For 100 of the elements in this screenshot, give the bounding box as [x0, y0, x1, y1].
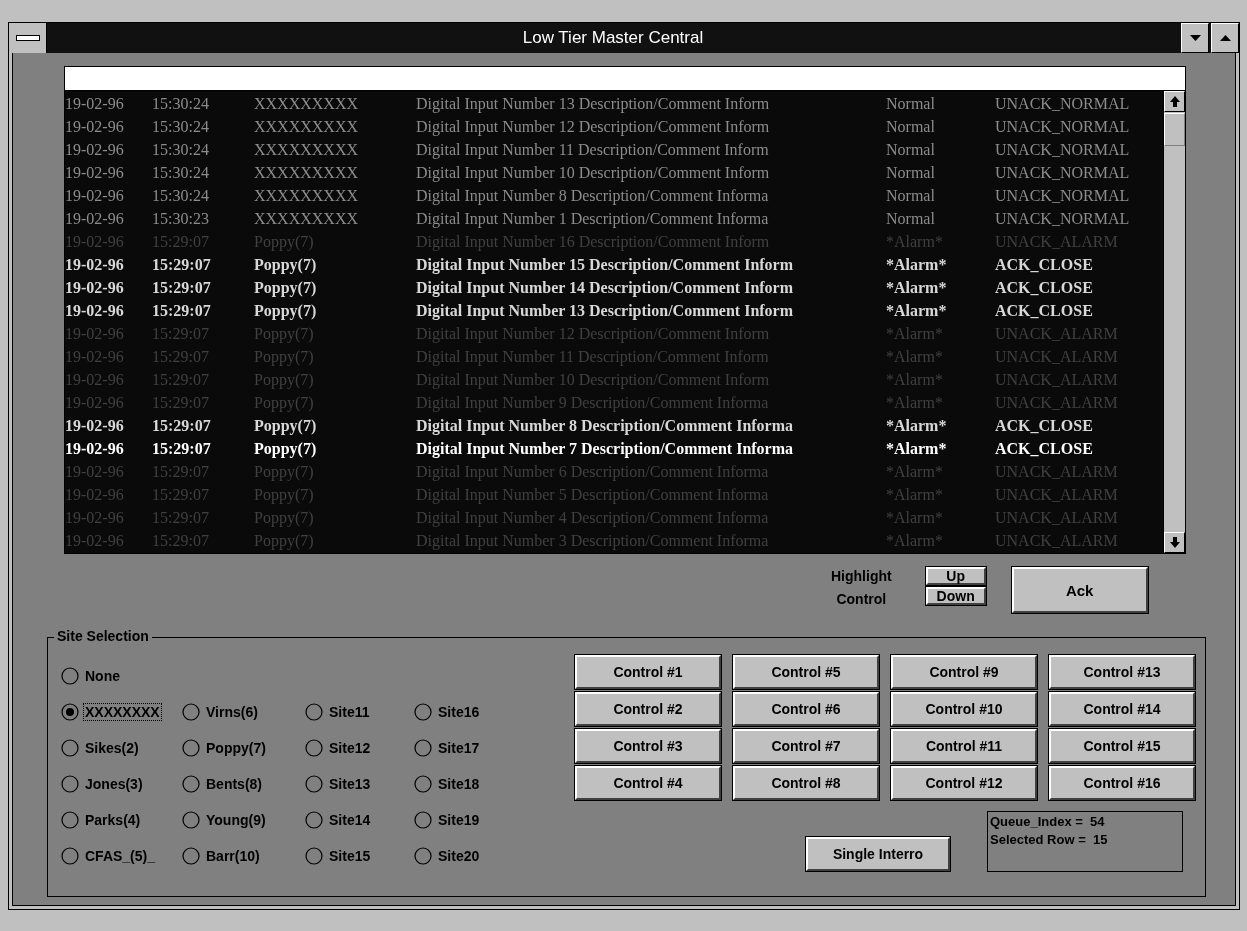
log-row[interactable]: 19-02-96 15:30:23 XXXXXXXXX Digital Input Number 1 Description/Comment Informa Normal UNACK_NORMAL: [65, 207, 1163, 230]
log-row[interactable]: 19-02-96 15:30:24 XXXXXXXXX Digital Input Number 12 Description/Comment Inform Normal UNACK_NORMAL: [65, 115, 1163, 138]
radio-option[interactable]: Site14: [305, 811, 414, 829]
status-line: Selected Row = 15: [990, 831, 1109, 849]
radio-option[interactable]: Site18: [414, 775, 524, 793]
time-text: 15:30:23: [152, 209, 210, 228]
group-title: Site Selection: [54, 628, 152, 644]
status-text: Normal: [886, 117, 936, 136]
time-text: 15:30:24: [152, 140, 210, 159]
radio-option[interactable]: Site11: [305, 703, 414, 721]
log-row[interactable]: 19-02-96 15:30:24 XXXXXXXXX Digital Input Number 10 Description/Comment Inform Normal UNACK_NORMAL: [65, 161, 1163, 184]
radio-option[interactable]: None: [61, 667, 182, 685]
scroll-down-button[interactable]: [1164, 532, 1185, 553]
state-text: UNACK_NORMAL: [995, 94, 1131, 113]
control-button[interactable]: Control #5: [733, 655, 879, 689]
state-text: UNACK_NORMAL: [995, 117, 1131, 136]
radio-option[interactable]: Site15: [305, 847, 414, 865]
down-button[interactable]: Down: [925, 587, 986, 605]
radio-option[interactable]: Virns(6): [182, 703, 305, 721]
date-text: 19-02-96: [65, 439, 125, 458]
log-row[interactable]: 19-02-96 15:29:07 Poppy(7) Digital Input Number 8 Description/Comment Informa *Alarm* ACK_CLOSE: [65, 414, 1163, 437]
control-button[interactable]: Control #12: [891, 766, 1037, 800]
source-text: Poppy(7): [254, 416, 318, 435]
control-button[interactable]: Control #6: [733, 692, 879, 726]
log-row[interactable]: 19-02-96 15:29:07 Poppy(7) Digital Input Number 13 Description/Comment Inform *Alarm* ACK_CLOSE: [65, 299, 1163, 322]
log-row[interactable]: 19-02-96 15:29:07 Poppy(7) Digital Input Number 15 Description/Comment Inform *Alarm* ACK_CLOSE: [65, 253, 1163, 276]
radio-option[interactable]: Poppy(7): [182, 739, 305, 757]
source-text: XXXXXXXXX: [254, 186, 359, 205]
date-text: 19-02-96: [65, 186, 125, 205]
time-text: 15:29:07: [152, 439, 212, 458]
radio-option[interactable]: Young(9): [182, 811, 305, 829]
control-button[interactable]: Control #13: [1049, 655, 1195, 689]
description-text: Digital Input Number 15 Description/Comment Inform: [416, 255, 795, 274]
status-text: *Alarm*: [886, 416, 948, 435]
description-text: Digital Input Number 1 Description/Comment Informa: [416, 209, 770, 228]
source-text: XXXXXXXXX: [254, 117, 359, 136]
state-text: UNACK_NORMAL: [995, 186, 1131, 205]
dash-icon: [15, 35, 40, 41]
state-text: ACK_CLOSE: [995, 416, 1094, 435]
radio-option[interactable]: Site20: [414, 847, 524, 865]
status-text: *Alarm*: [886, 439, 948, 458]
description-text: Digital Input Number 8 Description/Comment Informa: [416, 186, 770, 205]
control-button[interactable]: Control #2: [575, 692, 721, 726]
scroll-up-button[interactable]: [1164, 91, 1185, 112]
up-triangle-icon: [1219, 35, 1231, 41]
control-button[interactable]: Control #3: [575, 729, 721, 763]
time-text: 15:30:24: [152, 163, 210, 182]
log-row[interactable]: 19-02-96 15:29:07 Poppy(7) Digital Input Number 14 Description/Comment Inform *Alarm* ACK_CLOSE: [65, 276, 1163, 299]
control-button[interactable]: Control #9: [891, 655, 1037, 689]
source-text: XXXXXXXXX: [254, 209, 359, 228]
control-button[interactable]: Control #15: [1049, 729, 1195, 763]
radio-option[interactable]: Jones(3): [61, 775, 182, 793]
control-button[interactable]: Control #8: [733, 766, 879, 800]
radio-option[interactable]: Site12: [305, 739, 414, 757]
radio-option[interactable]: CFAS_(5)_: [61, 847, 182, 865]
control-button[interactable]: Control #14: [1049, 692, 1195, 726]
radio-option[interactable]: Parks(4): [61, 811, 182, 829]
control-button[interactable]: Control #10: [891, 692, 1037, 726]
system-menu-button[interactable]: [9, 23, 47, 53]
radio-option[interactable]: Site17: [414, 739, 524, 757]
status-text: Normal: [886, 94, 936, 113]
minimize-button[interactable]: [1181, 23, 1209, 53]
state-text: UNACK_NORMAL: [995, 163, 1131, 182]
down-triangle-icon: [1189, 35, 1201, 41]
status-text: *Alarm*: [886, 278, 948, 297]
date-text: 19-02-96: [65, 163, 125, 182]
log-row[interactable]: 19-02-96 15:30:24 XXXXXXXXX Digital Input Number 13 Description/Comment Inform Normal UNACK_NORMAL: [65, 92, 1163, 115]
description-text: Digital Input Number 14 Description/Comment Inform: [416, 278, 795, 297]
single-interro-button[interactable]: Single Interro: [806, 837, 950, 871]
window-title: Low Tier Master Central: [522, 28, 704, 48]
date-text: 19-02-96: [65, 117, 125, 136]
log-row[interactable]: 19-02-96 15:30:24 XXXXXXXXX Digital Input Number 8 Description/Comment Informa Normal UNACK_NORMAL: [65, 184, 1163, 207]
status-text: *Alarm*: [886, 301, 948, 320]
control-button[interactable]: Control #16: [1049, 766, 1195, 800]
source-text: XXXXXXXXX: [254, 163, 359, 182]
control-button[interactable]: Control #7: [733, 729, 879, 763]
time-text: 15:30:24: [152, 117, 210, 136]
scroll-thumb[interactable]: [1164, 113, 1185, 146]
status-text: *Alarm*: [886, 255, 948, 274]
radio-option[interactable]: Sikes(2): [61, 739, 182, 757]
radio-option[interactable]: Site13: [305, 775, 414, 793]
status-line: Queue_Index = 54: [990, 813, 1106, 831]
maximize-button[interactable]: [1211, 23, 1239, 53]
up-button[interactable]: Up: [925, 567, 986, 585]
radio-option[interactable]: Bents(8): [182, 775, 305, 793]
source-text: Poppy(7): [254, 301, 318, 320]
state-text: UNACK_NORMAL: [995, 209, 1131, 228]
radio-option[interactable]: Site16: [414, 703, 524, 721]
log-row[interactable]: 19-02-96 15:30:24 XXXXXXXXX Digital Input Number 11 Description/Comment Inform Normal UNACK_NORMAL: [65, 138, 1163, 161]
log-row[interactable]: 19-02-96 15:29:07 Poppy(7) Digital Input Number 7 Description/Comment Informa *Alarm* ACK_CLOSE: [65, 437, 1163, 460]
control-button[interactable]: Control #11: [891, 729, 1037, 763]
date-text: 19-02-96: [65, 301, 125, 320]
radio-option[interactable]: Site19: [414, 811, 524, 829]
control-button[interactable]: Control #4: [575, 766, 721, 800]
control-button[interactable]: Control #1: [575, 655, 721, 689]
state-text: UNACK_NORMAL: [995, 140, 1131, 159]
ack-button[interactable]: Ack: [1011, 567, 1148, 613]
description-text: Digital Input Number 10 Description/Comment Inform: [416, 163, 771, 182]
radio-option[interactable]: Barr(10): [182, 847, 305, 865]
source-text: XXXXXXXXX: [254, 140, 359, 159]
